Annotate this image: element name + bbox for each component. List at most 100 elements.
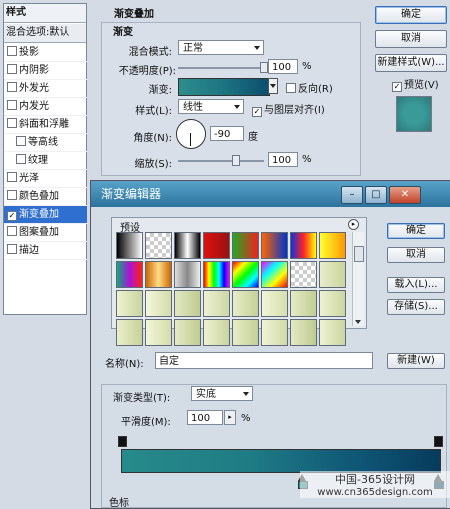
preset-swatch[interactable] (174, 319, 201, 346)
style-item-checkbox[interactable] (7, 244, 17, 254)
preset-swatch[interactable] (319, 232, 346, 259)
style-list-item[interactable]: 纹理 (4, 152, 87, 170)
style-list-item[interactable]: 描边 (4, 242, 87, 260)
preset-swatch[interactable] (261, 261, 288, 288)
style-list-item[interactable]: 投影 (4, 44, 87, 62)
align-label: 与图层对齐(I) (264, 105, 325, 116)
angle-input[interactable]: -90 (210, 126, 244, 141)
opacity-slider-track[interactable] (178, 67, 264, 69)
preview-option[interactable]: ✓ 预览(V) (392, 76, 439, 92)
preset-swatch[interactable] (319, 261, 346, 288)
load-button[interactable]: 载入(L)... (387, 277, 445, 293)
style-list-item[interactable]: 内发光 (4, 98, 87, 116)
ok-button[interactable]: 确定 (375, 6, 447, 24)
preset-swatch[interactable] (232, 319, 259, 346)
style-item-checkbox[interactable] (7, 82, 17, 92)
scale-slider-thumb[interactable] (231, 155, 240, 166)
preview-checkbox[interactable]: ✓ (392, 82, 402, 92)
blend-mode-dropdown[interactable]: 正常 (178, 40, 264, 55)
reverse-option[interactable]: 反向(R) (286, 80, 333, 95)
scale-input[interactable]: 100 (268, 152, 298, 167)
style-item-checkbox[interactable] (16, 136, 26, 146)
opacity-input[interactable]: 100 (268, 59, 298, 74)
opacity-slider-thumb[interactable] (260, 62, 268, 73)
preset-swatch[interactable] (203, 319, 230, 346)
preset-swatch[interactable] (116, 319, 143, 346)
preset-swatch[interactable] (232, 232, 259, 259)
editor-cancel-button[interactable]: 取消 (387, 247, 445, 263)
scrollbar-thumb[interactable] (354, 246, 364, 262)
gradient-bar[interactable] (121, 449, 441, 473)
style-list-item[interactable]: 等高线 (4, 134, 87, 152)
style-item-checkbox[interactable] (16, 154, 26, 164)
preset-swatch[interactable] (203, 232, 230, 259)
style-list-item[interactable]: 外发光 (4, 80, 87, 98)
angle-unit: 度 (248, 132, 258, 143)
editor-ok-button[interactable]: 确定 (387, 223, 445, 239)
style-list-item[interactable]: ✓ 渐变叠加 (4, 206, 87, 224)
gradient-type-dropdown[interactable]: 实底 (191, 386, 253, 401)
opacity-stop-right[interactable] (434, 436, 443, 447)
preset-swatch[interactable] (290, 261, 317, 288)
preset-swatch[interactable] (261, 319, 288, 346)
style-list-item[interactable]: 光泽 (4, 170, 87, 188)
preset-swatch[interactable] (319, 319, 346, 346)
preset-swatch[interactable] (232, 261, 259, 288)
preset-swatch[interactable] (261, 232, 288, 259)
style-item-checkbox[interactable]: ✓ (7, 211, 17, 221)
preset-swatch[interactable] (174, 261, 201, 288)
blending-options-item[interactable]: 混合选项:默认 (4, 24, 86, 43)
preset-swatch[interactable] (116, 290, 143, 317)
preset-swatch[interactable] (174, 290, 201, 317)
style-item-checkbox[interactable] (7, 172, 17, 182)
preset-swatch[interactable] (116, 261, 143, 288)
new-gradient-button[interactable]: 新建(W) (387, 353, 445, 369)
angle-dial[interactable] (176, 119, 206, 149)
preset-swatch[interactable] (261, 290, 288, 317)
preset-swatch[interactable] (319, 290, 346, 317)
minimize-icon[interactable]: – (341, 186, 363, 204)
preset-swatch[interactable] (174, 232, 201, 259)
preset-swatch[interactable] (145, 261, 172, 288)
align-with-layer-option[interactable]: ✓ 与图层对齐(I) (252, 101, 325, 117)
style-list-item[interactable]: 图案叠加 (4, 224, 87, 242)
preset-swatch[interactable] (232, 290, 259, 317)
preset-swatch[interactable] (203, 261, 230, 288)
cancel-button[interactable]: 取消 (375, 30, 447, 48)
gradient-picker-button[interactable] (268, 78, 278, 94)
style-item-checkbox[interactable] (7, 118, 17, 128)
preset-swatch[interactable] (145, 319, 172, 346)
maximize-icon[interactable]: □ (365, 186, 387, 204)
close-icon[interactable]: ✕ (389, 186, 421, 204)
opacity-stop-left[interactable] (118, 436, 127, 447)
name-input[interactable]: 自定 (155, 352, 373, 369)
preset-swatch[interactable] (145, 290, 172, 317)
save-button[interactable]: 存储(S)... (387, 299, 445, 315)
preset-swatch[interactable] (290, 319, 317, 346)
style-item-checkbox[interactable] (7, 100, 17, 110)
style-list-item[interactable]: 斜面和浮雕 (4, 116, 87, 134)
style-item-checkbox[interactable] (7, 190, 17, 200)
preset-swatch[interactable] (290, 290, 317, 317)
presets-menu-icon[interactable]: ▸ (348, 219, 359, 230)
style-list-item[interactable]: 内阴影 (4, 62, 87, 80)
new-style-button[interactable]: 新建样式(W)... (375, 54, 447, 72)
gradient-preview-swatch[interactable] (178, 78, 270, 96)
style-item-checkbox[interactable] (7, 226, 17, 236)
smoothness-arrow-icon[interactable]: ▸ (224, 410, 236, 425)
preset-swatch[interactable] (145, 232, 172, 259)
preset-swatch[interactable] (290, 232, 317, 259)
gradient-style-dropdown[interactable]: 线性 (178, 99, 244, 114)
preset-swatch[interactable] (203, 290, 230, 317)
scroll-down-icon[interactable] (355, 320, 361, 324)
smoothness-input[interactable]: 100 (187, 410, 223, 425)
reverse-checkbox[interactable] (286, 83, 296, 93)
align-checkbox[interactable]: ✓ (252, 107, 262, 117)
preset-swatch[interactable] (116, 232, 143, 259)
presets-scrollbar[interactable] (352, 232, 364, 326)
style-list-item[interactable]: 颜色叠加 (4, 188, 87, 206)
opacity-unit: % (302, 61, 312, 72)
scale-slider-track[interactable] (178, 160, 264, 162)
style-item-checkbox[interactable] (7, 64, 17, 74)
style-item-checkbox[interactable] (7, 46, 17, 56)
